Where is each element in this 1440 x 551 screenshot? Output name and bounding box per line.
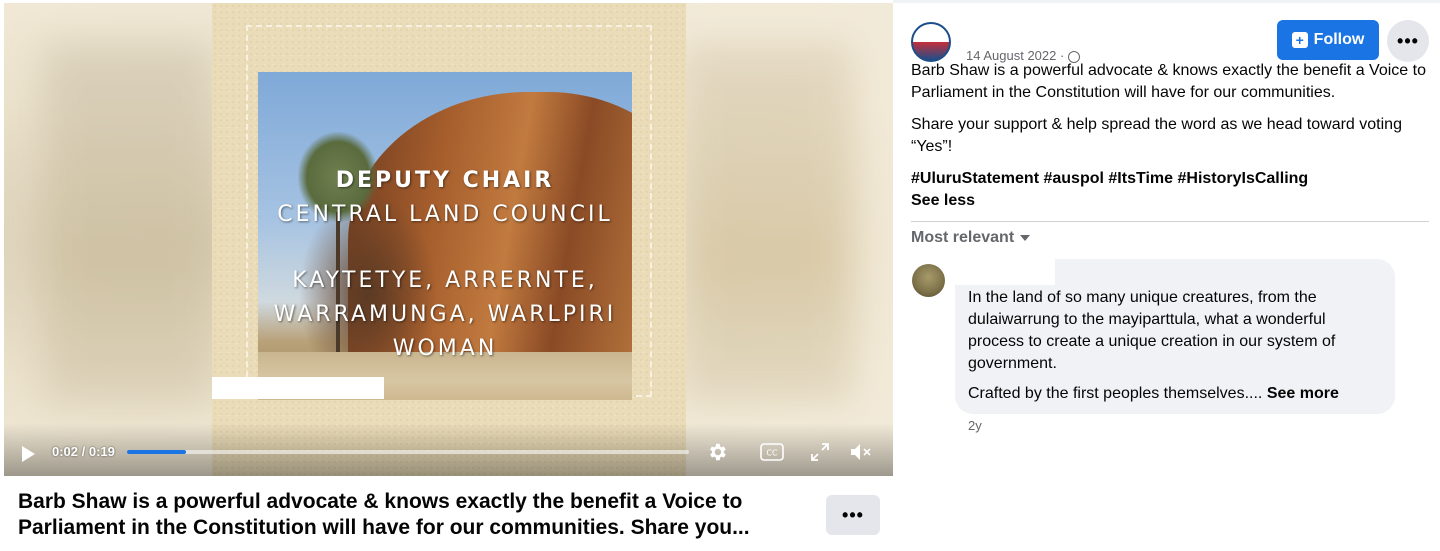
see-less-link[interactable]: See less xyxy=(911,190,1431,212)
volume-muted-icon[interactable] xyxy=(849,439,875,465)
post-paragraph-2: Share your support & help spread the wor… xyxy=(911,116,1402,155)
post-paragraph-1: Barb Shaw is a powerful advocate & knows… xyxy=(911,62,1426,101)
video-overlay-line-3: KAYTETYE, ARRERNTE, xyxy=(292,268,598,293)
caret-down-icon xyxy=(1020,235,1031,241)
add-page-icon: + xyxy=(1291,32,1308,48)
comment-timestamp[interactable]: 2y xyxy=(968,418,982,433)
video-progress-fill xyxy=(127,450,186,454)
comment-text: In the land of so many unique creatures,… xyxy=(968,287,1383,413)
video-controls: 0:02 / 0:19 CC xyxy=(4,423,893,476)
comment-paragraph-2: Crafted by the first peoples themselves.… xyxy=(968,383,1383,405)
follow-button[interactable]: + Follow xyxy=(1277,20,1379,60)
video-blur-left xyxy=(44,43,214,403)
post-hashtags: #UluruStatement #auspol #ItsTime #Histor… xyxy=(911,168,1431,190)
gear-icon[interactable] xyxy=(704,439,730,465)
comment-avatar[interactable] xyxy=(912,264,945,297)
comment-paragraph-2-text: Crafted by the first peoples themselves.… xyxy=(968,385,1263,402)
video-title: Barb Shaw is a powerful advocate & knows… xyxy=(18,490,750,539)
follow-label: Follow xyxy=(1313,31,1365,48)
video-overlay-line-1: DEPUTY CHAIR xyxy=(335,168,555,193)
video-frame: DEPUTY CHAIR CENTRAL LAND COUNCIL KAYTET… xyxy=(212,3,686,476)
panel-top-border xyxy=(893,0,1440,3)
post-more-button[interactable]: ••• xyxy=(1387,20,1429,62)
post-panel: 14 August 2022 · + Follow ••• Barb Shaw … xyxy=(893,0,1440,551)
video-blur-right xyxy=(683,43,853,403)
hashtag-link[interactable]: #HistoryIsCalling xyxy=(1177,170,1308,187)
video-photo: DEPUTY CHAIR CENTRAL LAND COUNCIL KAYTET… xyxy=(258,72,632,400)
comment-sort-dropdown[interactable]: Most relevant xyxy=(911,229,1031,247)
page-avatar[interactable] xyxy=(911,22,951,62)
video-progress-bar[interactable] xyxy=(127,450,689,454)
video-player[interactable]: DEPUTY CHAIR CENTRAL LAND COUNCIL KAYTET… xyxy=(4,3,893,476)
post-text: Barb Shaw is a powerful advocate & knows… xyxy=(911,60,1431,212)
comment-name-redacted xyxy=(955,259,1055,285)
comment-sort-label: Most relevant xyxy=(911,229,1015,246)
hashtag-link[interactable]: #auspol xyxy=(1043,170,1103,187)
fullscreen-icon[interactable] xyxy=(807,439,833,465)
video-time: 0:02 / 0:19 xyxy=(52,444,115,459)
hashtag-link[interactable]: #ItsTime xyxy=(1108,170,1173,187)
video-white-bar xyxy=(212,377,384,399)
comments-divider xyxy=(911,221,1429,222)
video-overlay-line-4: WARRAMUNGA, WARLPIRI xyxy=(273,302,617,327)
see-more-link[interactable]: See more xyxy=(1267,385,1339,402)
video-overlay-line-5: WOMAN xyxy=(392,336,498,361)
comment-paragraph-1: In the land of so many unique creatures,… xyxy=(968,289,1336,372)
hashtag-link[interactable]: #UluruStatement xyxy=(911,170,1039,187)
closed-captions-icon[interactable]: CC xyxy=(759,439,785,465)
play-icon[interactable] xyxy=(22,446,35,462)
video-overlay-line-2: CENTRAL LAND COUNCIL xyxy=(277,202,613,227)
svg-text:CC: CC xyxy=(766,449,778,458)
video-more-button[interactable]: ••• xyxy=(826,495,880,535)
